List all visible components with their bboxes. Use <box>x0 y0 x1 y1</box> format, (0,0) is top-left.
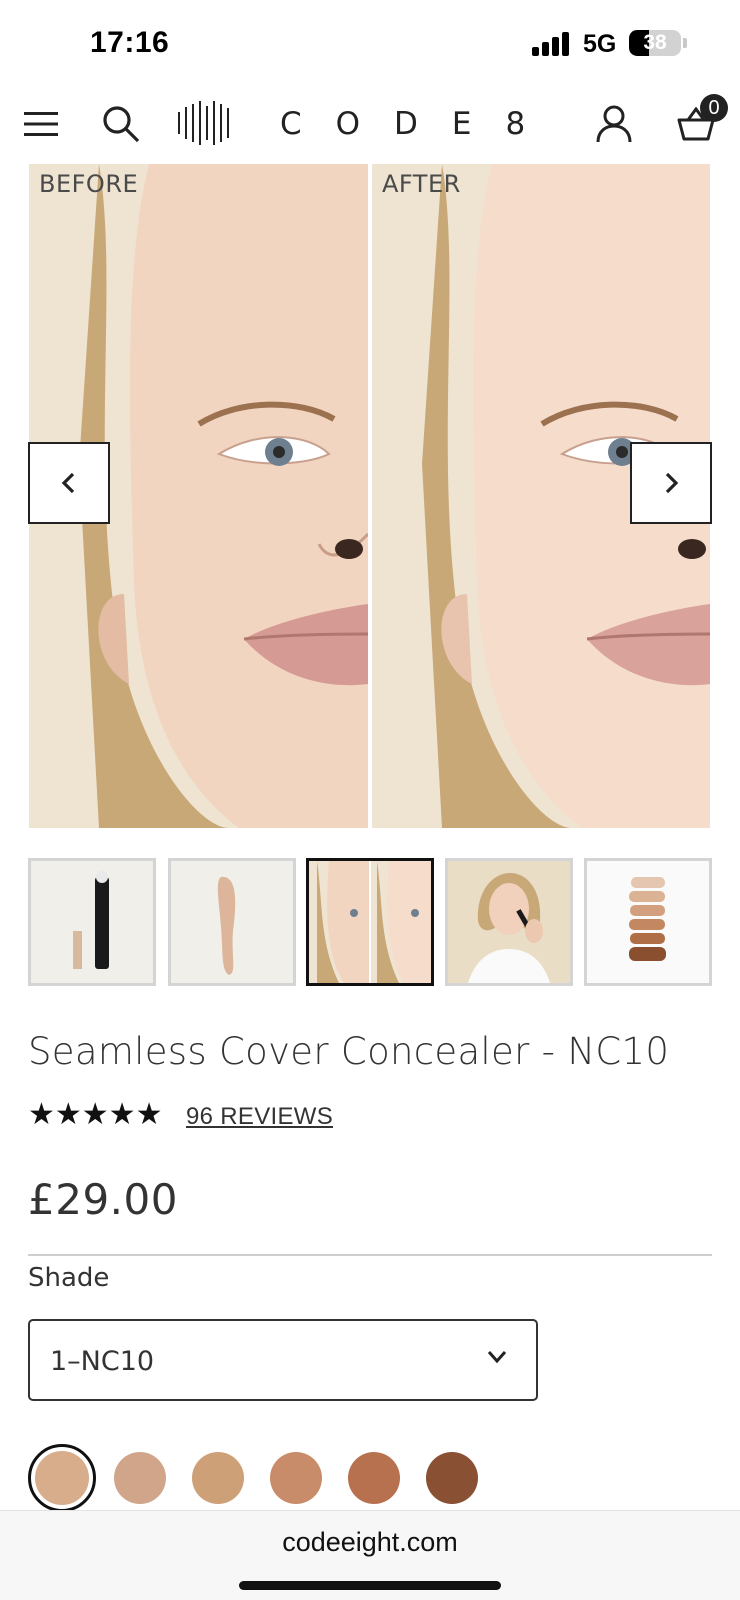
rating-stars: ★★★★★ <box>28 1100 162 1130</box>
thumbnail-concealer-pen[interactable] <box>28 858 156 986</box>
shade-label: Shade <box>28 1263 110 1293</box>
cart-count-badge: 0 <box>700 94 728 122</box>
signal-icon <box>532 30 572 56</box>
account-button[interactable] <box>590 100 638 148</box>
shade-swatch-6[interactable] <box>426 1452 478 1504</box>
concealer-swatch-image <box>171 861 293 983</box>
url-text: codeeight.com <box>282 1527 458 1557</box>
battery-cap <box>683 38 687 48</box>
menu-button[interactable] <box>17 100 65 148</box>
logo-wordmark: CODE8 <box>280 106 560 142</box>
star-rating-icon: ★★★★★ <box>28 1098 163 1131</box>
status-time: 17:16 <box>90 26 170 59</box>
shade-swatch-4[interactable] <box>270 1452 322 1504</box>
battery-level: 38 <box>643 31 667 54</box>
divider <box>28 1254 712 1256</box>
search-button[interactable] <box>97 100 145 148</box>
before-label: BEFORE <box>39 170 139 198</box>
thumbnail-strip <box>28 858 712 986</box>
product-title: Seamless Cover Concealer - NC10 <box>28 1030 670 1073</box>
gallery-prev-button[interactable] <box>28 442 110 524</box>
network-type: 5G <box>583 30 617 58</box>
shade-range-image <box>587 861 709 983</box>
browser-address-bar[interactable]: codeeight.com <box>0 1510 740 1600</box>
product-image-main[interactable]: BEFORE AFTER <box>29 164 710 828</box>
logo-mark <box>176 101 236 145</box>
battery-icon: 38 <box>629 30 681 56</box>
thumbnail-shade-range[interactable] <box>584 858 712 986</box>
shade-swatch-3[interactable] <box>192 1452 244 1504</box>
shade-swatches <box>28 1444 712 1514</box>
product-price: £29.00 <box>28 1175 178 1224</box>
status-bar: 17:16 5G 38 <box>0 0 740 88</box>
shade-swatch-2[interactable] <box>114 1452 166 1504</box>
after-label: AFTER <box>382 170 461 198</box>
thumbnail-concealer-swatch[interactable] <box>168 858 296 986</box>
chevron-down-icon <box>487 1351 507 1364</box>
thumbnail-model-applying[interactable] <box>445 858 573 986</box>
brand-logo[interactable] <box>176 98 236 148</box>
shade-select-value: 1–NC10 <box>50 1346 155 1377</box>
home-indicator[interactable] <box>239 1581 501 1590</box>
search-icon <box>103 106 140 143</box>
account-icon <box>596 105 632 143</box>
gallery-next-button[interactable] <box>630 442 712 524</box>
before-after-image <box>309 861 431 983</box>
thumbnail-before-after[interactable] <box>306 858 434 986</box>
model-applying-image <box>448 861 570 983</box>
chevron-left-icon <box>61 472 75 494</box>
reviews-link[interactable]: 96 REVIEWS <box>186 1103 333 1131</box>
concealer-pen-image <box>31 861 153 983</box>
site-header: CODE8 <box>0 88 740 158</box>
shade-swatch-1[interactable] <box>28 1444 96 1512</box>
menu-icon <box>24 112 58 136</box>
chevron-right-icon <box>665 472 679 494</box>
shade-select[interactable]: 1–NC10 <box>28 1319 538 1401</box>
shade-swatch-5[interactable] <box>348 1452 400 1504</box>
